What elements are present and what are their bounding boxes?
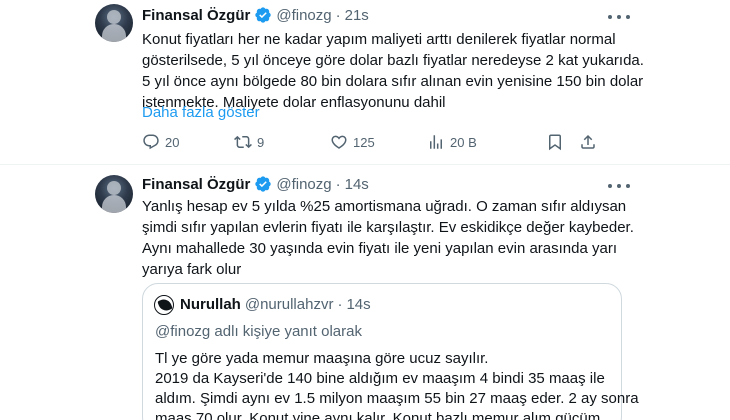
tweet[interactable]: Finansal Özgür @finozg · 14s Yanlış hesa… (0, 165, 730, 420)
share-button[interactable] (579, 133, 597, 151)
like-count: 125 (353, 134, 375, 150)
quote-author-name: Nurullah (180, 296, 241, 313)
verified-icon (255, 176, 272, 192)
bookmark-icon (549, 134, 561, 151)
views-button[interactable]: 20 B (427, 133, 477, 151)
more-icon[interactable] (608, 8, 630, 26)
separator: · (335, 175, 341, 193)
tweet-text-line: Yanlış hesap ev 5 yılda %25 amortismana … (142, 198, 627, 215)
quote-text: Tl ye göre yada memur maaşına göre ucuz … (155, 349, 639, 420)
reply-button[interactable]: 20 (142, 133, 179, 151)
tweet-text: Konut fiyatları her ne kadar yapım maliy… (142, 29, 644, 113)
timestamp[interactable]: 21s (345, 7, 369, 24)
quote-text-line: aldım. Şimdi aynı ev 1.5 milyon maaşım 5… (155, 390, 639, 407)
tweet-text: Yanlış hesap ev 5 yılda %25 amortismana … (142, 196, 642, 280)
more-icon[interactable] (608, 177, 630, 195)
tweet[interactable]: Finansal Özgür @finozg · 21s Konut fiyat… (0, 0, 730, 165)
tweet-text-line: 5 yıl önce aynı bölgede 80 bin dolara sı… (142, 73, 644, 90)
reply-context: @finozg adlı kişiye yanıt olarak (155, 323, 362, 340)
tweet-header: Finansal Özgür @finozg · 14s (142, 175, 369, 193)
tweet-text-line: gösterilsede, 5 yıl önceye göre dolar ba… (142, 52, 644, 69)
tweet-text-line: yarıya fark olur (142, 261, 242, 278)
quote-avatar (154, 295, 174, 315)
views-count: 20 B (450, 134, 477, 150)
tweet-text-line: şimdi sıfır yapılan evlerin fiyatı ile k… (142, 219, 634, 236)
bookmark-button[interactable] (546, 133, 564, 151)
author-name[interactable]: Finansal Özgür (142, 176, 250, 193)
reply-icon (143, 134, 159, 150)
retweet-count: 9 (257, 134, 265, 150)
verified-icon (255, 7, 272, 23)
timestamp[interactable]: 14s (345, 176, 369, 193)
views-icon (430, 135, 442, 149)
author-name[interactable]: Finansal Özgür (142, 7, 250, 24)
quote-timestamp: 14s (346, 296, 371, 313)
author-handle[interactable]: @finozg (276, 176, 331, 193)
retweet-button[interactable]: 9 (234, 133, 264, 151)
tweet-actions: 20 9 125 20 B (142, 133, 612, 153)
like-button[interactable]: 125 (330, 133, 375, 151)
tweet-header: Finansal Özgür @finozg · 21s (142, 6, 369, 24)
separator: · (337, 296, 343, 313)
reply-count: 20 (165, 134, 180, 150)
quoted-tweet[interactable]: Nurullah @nurullahzvr · 14s @finozg adlı… (142, 283, 639, 420)
like-icon (331, 135, 347, 149)
share-icon (581, 134, 595, 149)
avatar[interactable] (95, 175, 133, 213)
quote-header: Nurullah @nurullahzvr · 14s (180, 296, 371, 313)
tweet-text-line: Konut fiyatları her ne kadar yapım maliy… (142, 31, 616, 48)
retweet-icon (234, 135, 252, 149)
avatar[interactable] (95, 4, 133, 42)
quote-text-line: 2019 da Kayseri'de 140 bine aldığım ev m… (155, 370, 605, 387)
quote-text-line: Tl ye göre yada memur maaşına göre ucuz … (155, 350, 489, 367)
show-more-link[interactable]: Daha fazla göster (142, 104, 260, 121)
quote-text-line: maaş 70 olur. Konut yine aynı kalır. Kon… (155, 410, 617, 420)
quote-author-handle: @nurullahzvr (244, 296, 334, 313)
separator: · (335, 6, 341, 24)
tweet-text-line: Aynı mahallede 30 yaşında evin fiyatı il… (142, 240, 618, 257)
author-handle[interactable]: @finozg (276, 7, 331, 24)
